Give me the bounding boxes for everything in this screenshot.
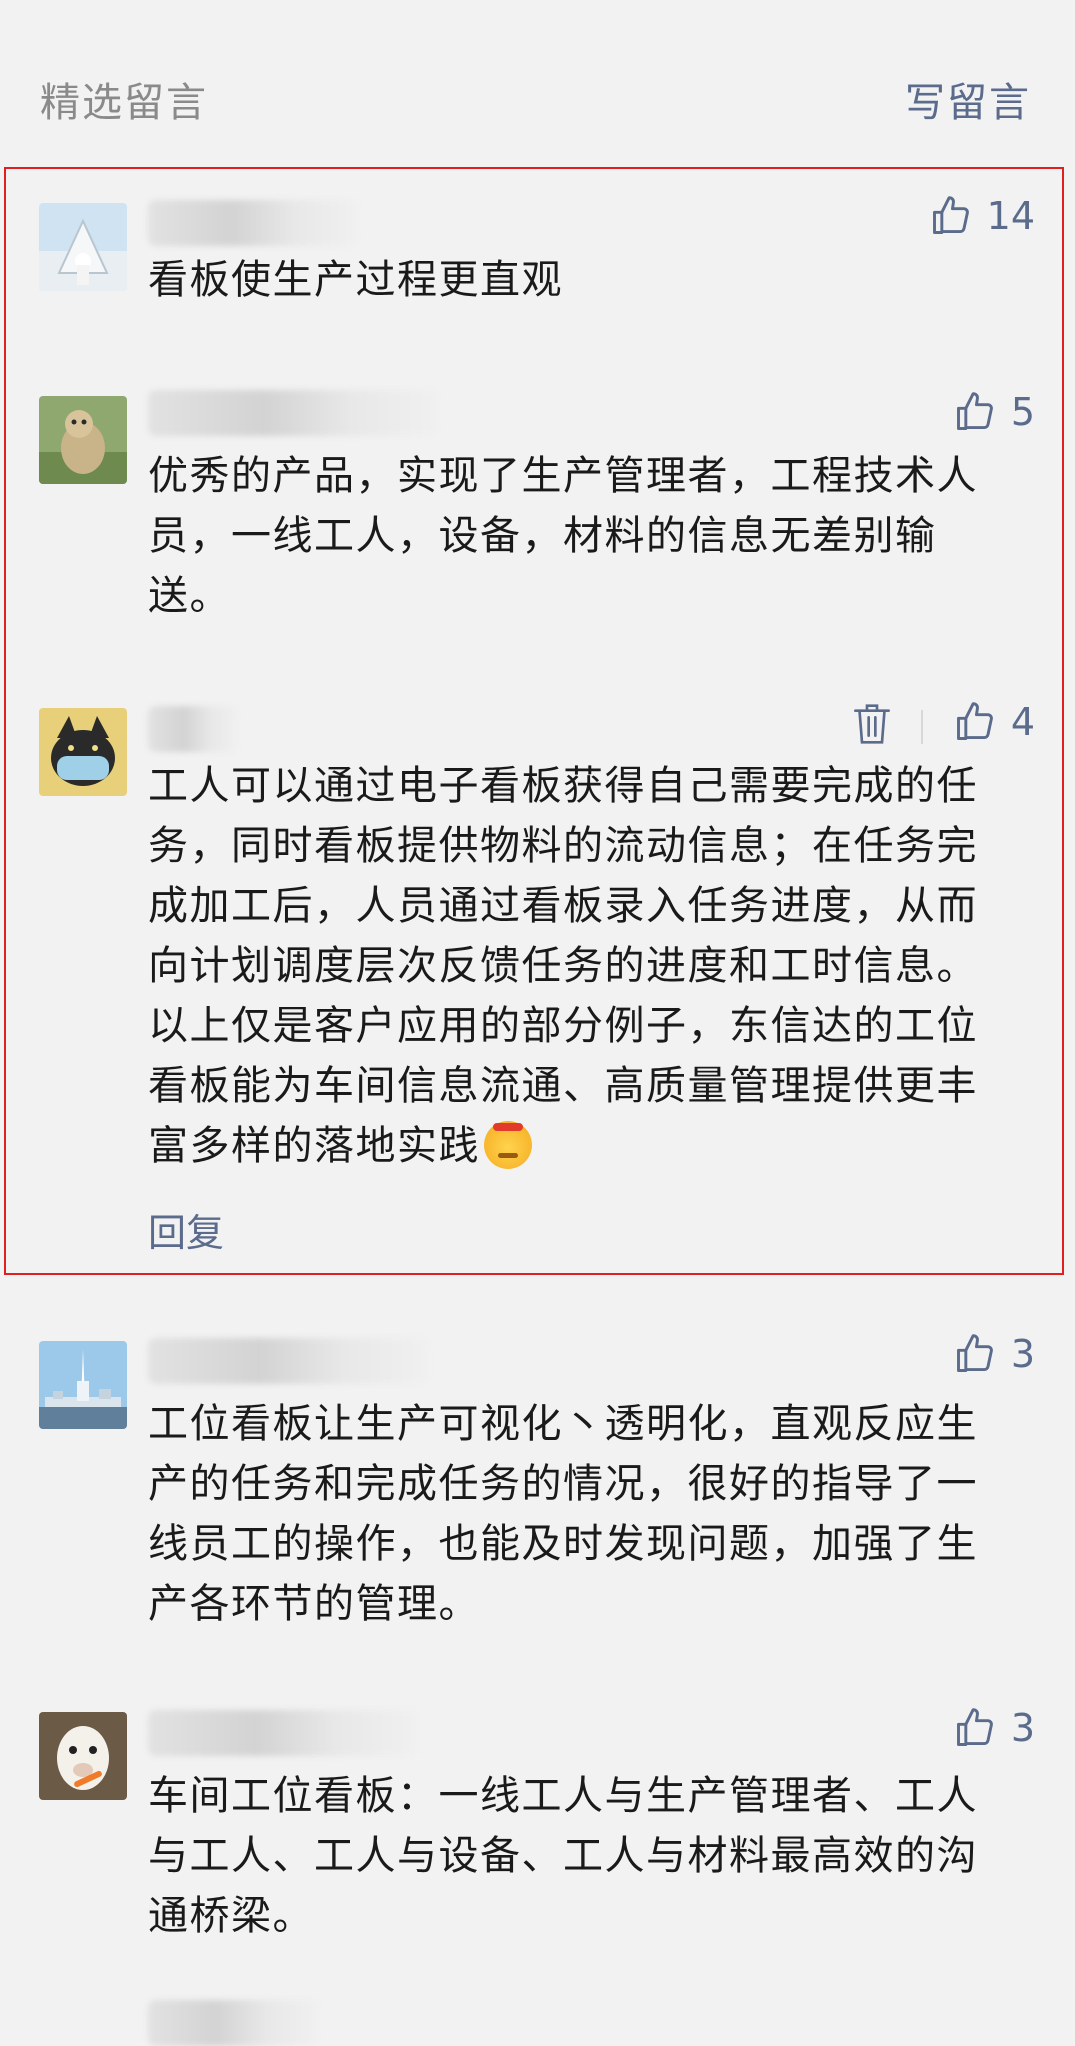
write-comment-button[interactable]: 写留言	[905, 70, 1031, 128]
nickname-blurred	[148, 706, 238, 752]
like-count: 5	[1010, 390, 1035, 434]
emoji-icon	[484, 1121, 532, 1169]
nickname-blurred	[148, 390, 438, 436]
thumbs-up-icon	[932, 196, 969, 234]
like-count: 3	[1010, 1332, 1035, 1376]
avatar[interactable]	[39, 396, 127, 484]
avatar[interactable]	[39, 1712, 127, 1800]
avatar[interactable]	[39, 1341, 127, 1429]
reply-button[interactable]: 回复	[148, 1202, 224, 1257]
like-count: 14	[986, 194, 1035, 238]
comment-text: 车间工位看板：一线工人与生产管理者、工人与工人、工人与设备、工人与材料最高效的沟…	[148, 1773, 978, 1939]
thumbs-up-icon	[956, 1334, 993, 1372]
trash-icon	[854, 704, 890, 744]
avatar[interactable]	[39, 708, 127, 796]
featured-comments-title: 精选留言	[40, 80, 208, 126]
avatar[interactable]	[39, 203, 127, 291]
comment-text: 优秀的产品，实现了生产管理者，工程技术人员，一线工人，设备，材料的信息无差别输送…	[148, 453, 978, 619]
like-button[interactable]: 14	[929, 194, 1035, 238]
thumbs-up-icon	[956, 1708, 993, 1746]
comment-text: 工人可以通过电子看板获得自己需要完成的任务，同时看板提供物料的流动信息；在任务完…	[148, 756, 1008, 1176]
thumbs-up-icon	[956, 392, 993, 430]
like-button[interactable]: 5	[953, 390, 1035, 434]
like-button[interactable]: 3	[953, 1332, 1035, 1376]
comments-header: 精选留言 写留言	[0, 0, 1075, 150]
nickname-blurred	[148, 1338, 428, 1384]
thumbs-up-icon	[956, 702, 993, 740]
delete-button[interactable]	[852, 702, 892, 746]
nickname-blurred	[148, 200, 358, 246]
like-count: 4	[1010, 700, 1035, 744]
like-button[interactable]: 3	[953, 1706, 1035, 1750]
comment-text-body: 工人可以通过电子看板获得自己需要完成的任务，同时看板提供物料的流动信息；在任务完…	[148, 763, 978, 1169]
action-divider	[921, 710, 923, 744]
like-count: 3	[1010, 1706, 1035, 1750]
comment-text: 看板使生产过程更直观	[148, 257, 563, 303]
nickname-blurred	[148, 2000, 318, 2046]
nickname-blurred	[148, 1710, 418, 1756]
comment-text: 工位看板让生产可视化丶透明化，直观反应生产的任务和完成任务的情况，很好的指导了一…	[148, 1401, 978, 1627]
like-button[interactable]: 4	[953, 700, 1035, 744]
